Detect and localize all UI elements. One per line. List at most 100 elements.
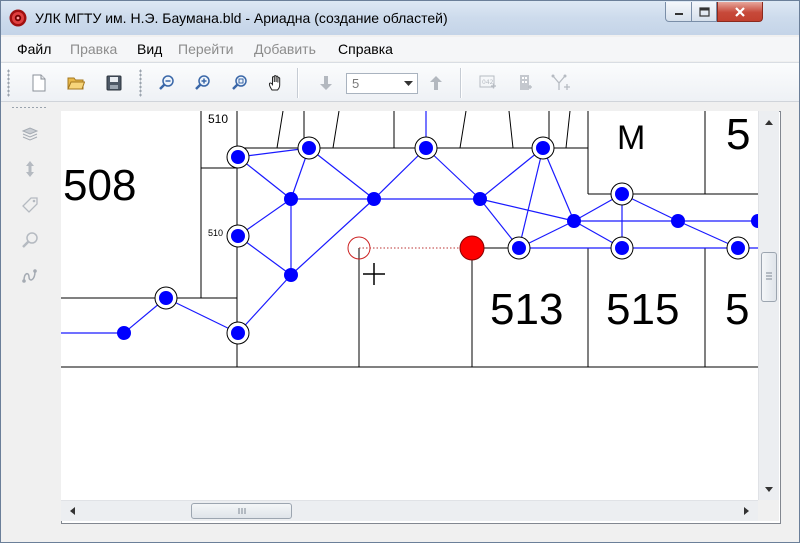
app-icon — [9, 9, 27, 27]
save-button[interactable] — [103, 72, 125, 94]
door-node[interactable] — [226, 224, 250, 248]
menu-help[interactable]: Справка — [338, 41, 393, 57]
vertical-move-tool[interactable] — [19, 158, 41, 180]
path-tool[interactable] — [19, 265, 41, 287]
wall — [459, 111, 467, 149]
graph-node[interactable] — [671, 214, 685, 228]
graph-edge — [237, 274, 292, 334]
graph-node[interactable] — [751, 214, 758, 228]
door-node[interactable] — [414, 136, 438, 160]
graph-node[interactable] — [284, 268, 298, 282]
zoom-in-button[interactable] — [192, 72, 214, 94]
door-node[interactable] — [610, 236, 634, 260]
window-title: УЛК МГТУ им. Н.Э. Баумана.bld - Ариадна … — [35, 10, 448, 26]
open-button[interactable] — [65, 72, 87, 94]
left-tool-strip — [1, 103, 59, 523]
room-label-513: 513 — [490, 285, 564, 334]
pan-button[interactable] — [265, 72, 287, 94]
minimize-button[interactable] — [665, 2, 692, 22]
vertical-arrows-icon — [26, 161, 34, 177]
zoom-in-icon — [195, 75, 210, 90]
maximize-icon — [698, 6, 710, 17]
chevron-right-icon — [743, 507, 749, 515]
graph-node[interactable] — [473, 192, 487, 206]
floor-down-button[interactable] — [315, 72, 337, 94]
room-label-515: 515 — [606, 285, 680, 334]
graph-edge — [542, 147, 575, 222]
zoom-fit-icon — [232, 75, 247, 90]
zoom-out-button[interactable] — [156, 72, 178, 94]
toolbar-separator-2 — [460, 68, 461, 98]
vertical-scrollbar[interactable] — [758, 111, 779, 500]
scroll-left-button[interactable] — [64, 503, 80, 519]
graph-edge — [479, 198, 575, 222]
graph-node[interactable] — [284, 192, 298, 206]
floor-down-icon — [320, 76, 332, 90]
wall — [508, 111, 514, 149]
menu-add[interactable]: Добавить — [254, 41, 316, 57]
scroll-up-button[interactable] — [761, 114, 777, 130]
scroll-down-button[interactable] — [761, 481, 777, 497]
number-button[interactable]: 042 — [477, 72, 499, 94]
graph-edge — [308, 147, 375, 200]
toolbar-grip-2[interactable] — [139, 69, 142, 97]
number-icon: 042 — [479, 75, 496, 89]
scroll-right-button[interactable] — [738, 503, 754, 519]
door-node[interactable] — [226, 321, 250, 345]
search-tool[interactable] — [19, 229, 41, 251]
path-icon — [22, 269, 37, 283]
selected-node[interactable] — [459, 235, 485, 261]
maximize-button[interactable] — [691, 2, 717, 22]
horizontal-scroll-thumb[interactable] — [191, 503, 292, 519]
door-node[interactable] — [726, 236, 750, 260]
save-icon — [106, 75, 122, 91]
door-node[interactable] — [154, 286, 178, 310]
door-node[interactable] — [297, 136, 321, 160]
title-bar[interactable]: УЛК МГТУ им. Н.Э. Баумана.bld - Ариадна … — [1, 1, 799, 35]
grip-icon — [238, 508, 245, 514]
graph-node[interactable] — [567, 214, 581, 228]
floor-plan-canvas[interactable]: 508 510 510 М 5 513 515 5 — [61, 111, 758, 500]
menu-file[interactable]: Файл — [17, 41, 51, 57]
open-folder-icon — [67, 77, 85, 90]
door-node[interactable] — [610, 182, 634, 206]
floor-select[interactable]: 5 — [346, 73, 418, 94]
menu-edit[interactable]: Правка — [70, 41, 117, 57]
vertical-scroll-thumb[interactable] — [761, 252, 777, 302]
layers-tool[interactable] — [19, 123, 41, 145]
magnifier-icon — [22, 232, 38, 248]
graph-node[interactable] — [367, 192, 381, 206]
tool-strip-grip[interactable] — [11, 106, 47, 109]
zoom-out-icon — [159, 75, 174, 90]
tag-icon — [22, 197, 38, 213]
chevron-down-icon — [403, 80, 413, 86]
scrollbar-corner — [758, 500, 779, 521]
menu-view[interactable]: Вид — [137, 41, 162, 57]
close-icon — [735, 6, 745, 17]
room-label-5-right: 5 — [725, 285, 750, 334]
menu-go[interactable]: Перейти — [178, 41, 233, 57]
door-node[interactable] — [531, 136, 555, 160]
dropdown-arrow[interactable] — [400, 75, 416, 92]
floor-select-value: 5 — [352, 76, 360, 91]
zoom-fit-button[interactable] — [229, 72, 251, 94]
room-label-510-top: 510 — [208, 112, 229, 126]
graph-edge — [165, 297, 239, 334]
chevron-left-icon — [69, 507, 75, 515]
floor-up-button[interactable] — [425, 72, 447, 94]
new-file-button[interactable] — [28, 72, 50, 94]
horizontal-scrollbar[interactable] — [61, 500, 758, 521]
toolbar: 5 042 — [1, 62, 799, 102]
tag-tool[interactable] — [19, 194, 41, 216]
add-node-button[interactable] — [550, 72, 572, 94]
new-file-icon — [32, 74, 46, 92]
door-node[interactable] — [226, 145, 250, 169]
close-button[interactable] — [717, 2, 763, 22]
building-button[interactable] — [514, 72, 536, 94]
door-node[interactable] — [507, 236, 531, 260]
grip-icon — [766, 272, 772, 280]
toolbar-grip[interactable] — [7, 69, 10, 97]
wall — [565, 111, 571, 149]
room-label-m: М — [617, 119, 646, 157]
graph-node[interactable] — [117, 326, 131, 340]
